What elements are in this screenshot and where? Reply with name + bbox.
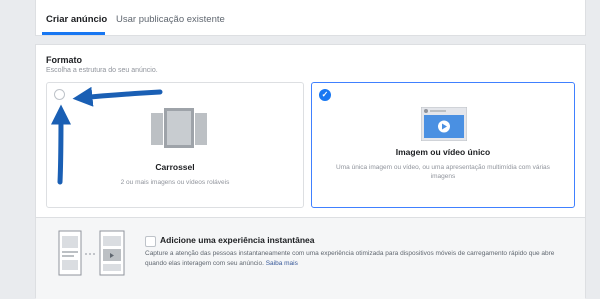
single-media-icon xyxy=(421,107,467,141)
format-subtitle: Escolha a estrutura do seu anúncio. xyxy=(46,67,158,74)
tab-bar: Criar anúncio Usar publicação existente xyxy=(35,0,586,36)
carousel-radio[interactable] xyxy=(54,89,65,100)
format-title: Formato xyxy=(46,55,82,65)
option-single-media[interactable]: ✓ Imagem ou vídeo único Uma única imagem… xyxy=(311,82,575,208)
tab-usar-publicacao[interactable]: Usar publicação existente xyxy=(116,14,225,25)
instant-experience-section: Adicione uma experiência instantânea Cap… xyxy=(36,217,585,299)
tab-criar-anuncio[interactable]: Criar anúncio xyxy=(46,14,107,25)
carousel-description: 2 ou mais imagens ou vídeos roláveis xyxy=(120,179,230,186)
instant-description-text: Capture a atenção das pessoas instantane… xyxy=(145,250,555,267)
carousel-icon xyxy=(151,108,207,148)
active-tab-indicator xyxy=(42,32,105,35)
instant-experience-illustration xyxy=(58,230,125,276)
format-card: Formato Escolha a estrutura do seu anúnc… xyxy=(35,44,586,299)
instant-experience-checkbox[interactable] xyxy=(145,236,156,247)
single-media-title: Imagem ou vídeo único xyxy=(395,147,491,157)
learn-more-link[interactable]: Saiba mais xyxy=(266,260,298,267)
single-media-description: Uma única imagem ou vídeo, ou uma aprese… xyxy=(336,164,550,180)
option-carousel[interactable]: Carrossel 2 ou mais imagens ou vídeos ro… xyxy=(46,82,304,208)
instant-experience-title: Adicione uma experiência instantânea xyxy=(160,235,315,245)
instant-experience-description: Capture a atenção das pessoas instantane… xyxy=(145,249,575,269)
check-icon: ✓ xyxy=(319,89,331,101)
carousel-title: Carrossel xyxy=(155,162,195,172)
